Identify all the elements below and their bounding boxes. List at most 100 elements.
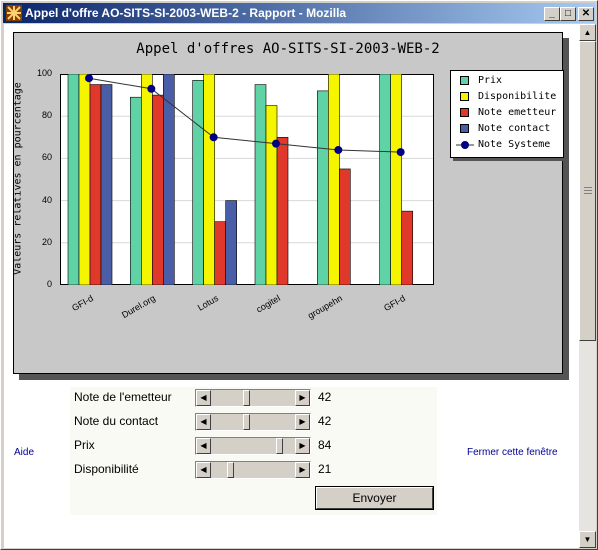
bar-disponibilite — [203, 74, 215, 285]
slider-thumb[interactable] — [243, 414, 251, 430]
control-label: Disponibilité — [74, 462, 139, 476]
bar-note-emetteur — [214, 221, 226, 285]
control-row-emetteur: Note de l'emetteur ◀ ▶ 42 — [70, 387, 437, 409]
control-value: 21 — [318, 462, 332, 476]
legend-swatch-note-contact — [460, 124, 469, 133]
y-tick-label: 0 — [46, 279, 52, 289]
legend-label-note-emetteur: Note emetteur — [478, 107, 557, 118]
bar-note-contact — [100, 84, 113, 285]
mozilla-app-icon[interactable] — [6, 5, 22, 21]
bar-note-emetteur — [276, 136, 289, 285]
minimize-button[interactable]: _ — [544, 7, 560, 21]
y-tick-label: 80 — [41, 110, 52, 121]
slider-thumb[interactable] — [243, 390, 251, 406]
submit-button[interactable]: Envoyer — [315, 486, 434, 510]
bar-note-contact — [225, 200, 237, 285]
y-axis-label: Valeurs relatives en pourcentage — [12, 82, 24, 275]
control-row-disponibilite: Disponibilité ◀ ▶ 21 — [70, 459, 437, 481]
x-tick-label: GFI-d — [70, 293, 95, 314]
maximize-icon: □ — [564, 8, 572, 19]
close-button[interactable]: ✕ — [578, 7, 594, 21]
bar-disponibilite — [328, 74, 340, 285]
legend-swatch-disponibilite — [460, 92, 469, 101]
minimize-icon: _ — [549, 8, 555, 19]
control-label: Note de l'emetteur — [74, 390, 172, 404]
bar-disponibilite — [390, 74, 402, 285]
y-tick-label: 40 — [41, 194, 52, 205]
bar-disponibilite — [265, 105, 278, 285]
scroll-down-arrow-icon[interactable]: ▼ — [579, 531, 596, 548]
legend-swatch-prix — [460, 76, 469, 85]
slider-right-arrow-icon[interactable]: ▶ — [295, 462, 310, 478]
control-value: 42 — [318, 390, 332, 404]
data-point-note-systeme — [85, 74, 93, 83]
slider-prix[interactable]: ◀ ▶ — [195, 437, 311, 455]
slider-right-arrow-icon[interactable]: ▶ — [295, 414, 310, 430]
plot-area — [60, 74, 434, 285]
scroll-up-arrow-icon[interactable]: ▲ — [579, 24, 596, 41]
legend-marker-note-systeme — [456, 141, 474, 149]
slider-contact[interactable]: ◀ ▶ — [195, 413, 311, 431]
window-title: Appel d'offre AO-SITS-SI-2003-WEB-2 - Ra… — [25, 6, 347, 20]
scrollbar-thumb[interactable] — [579, 41, 596, 341]
weights-form: Note de l'emetteur ◀ ▶ 42 Note du contac… — [70, 387, 437, 515]
x-tick-label: Lotus — [195, 293, 220, 313]
data-point-note-systeme — [396, 148, 405, 157]
data-point-note-systeme — [209, 133, 218, 142]
slider-thumb[interactable] — [275, 438, 283, 454]
legend-label-note-systeme: Note Systeme — [478, 139, 551, 150]
bar-note-emetteur — [401, 210, 413, 285]
legend-label-disponibilite: Disponibilite — [478, 91, 557, 102]
maximize-button[interactable]: □ — [560, 7, 576, 21]
bar-prix — [67, 74, 80, 285]
legend-label-note-contact: Note contact — [478, 123, 551, 134]
slider-left-arrow-icon[interactable]: ◀ — [196, 414, 211, 430]
slider-left-arrow-icon[interactable]: ◀ — [196, 390, 211, 406]
bar-prix — [317, 90, 329, 285]
slider-emetteur[interactable]: ◀ ▶ — [195, 389, 311, 407]
chart-svg — [60, 74, 434, 285]
bar-prix — [130, 96, 142, 285]
slider-right-arrow-icon[interactable]: ▶ — [295, 390, 310, 406]
chart-title: Appel d'offres AO-SITS-SI-2003-WEB-2 — [136, 41, 440, 57]
bar-note-emetteur — [152, 94, 164, 285]
bar-prix — [379, 74, 391, 285]
control-row-prix: Prix ◀ ▶ 84 — [70, 435, 437, 457]
bar-note-emetteur — [89, 84, 102, 285]
slider-left-arrow-icon[interactable]: ◀ — [196, 462, 211, 478]
control-row-contact: Note du contact ◀ ▶ 42 — [70, 411, 437, 433]
title-bar: Appel d'offre AO-SITS-SI-2003-WEB-2 - Ra… — [3, 3, 595, 23]
chart-legend: Prix Disponibilite Note emetteur Note co… — [450, 70, 564, 158]
control-value: 42 — [318, 414, 332, 428]
bar-prix — [192, 80, 204, 285]
control-value: 84 — [318, 438, 332, 452]
help-link[interactable]: Aide — [14, 447, 34, 458]
plot-border — [60, 74, 434, 285]
y-tick-label: 20 — [41, 236, 52, 247]
data-point-note-systeme — [272, 139, 280, 148]
page-content: Appel d'offres AO-SITS-SI-2003-WEB-2 Val… — [4, 24, 579, 548]
browser-window: Appel d'offre AO-SITS-SI-2003-WEB-2 - Ra… — [0, 0, 598, 550]
slider-right-arrow-icon[interactable]: ▶ — [295, 438, 310, 454]
bar-disponibilite — [141, 74, 153, 285]
slider-left-arrow-icon[interactable]: ◀ — [196, 438, 211, 454]
vertical-scrollbar[interactable]: ▲ ▼ — [579, 24, 596, 548]
data-point-note-systeme — [147, 84, 156, 93]
data-point-note-systeme — [334, 145, 343, 154]
x-tick-label: Durel.org — [120, 293, 158, 321]
bar-disponibilite — [78, 74, 91, 285]
control-label: Note du contact — [74, 414, 159, 428]
close-window-link[interactable]: Fermer cette fenêtre — [467, 447, 558, 458]
y-tick-label: 100 — [36, 68, 52, 78]
control-label: Prix — [74, 438, 95, 452]
y-tick-label: 60 — [41, 152, 52, 163]
x-tick-label: cogitel — [254, 293, 282, 315]
x-tick-label: GFI-d — [381, 293, 407, 314]
chart-panel: Appel d'offres AO-SITS-SI-2003-WEB-2 Val… — [12, 32, 564, 374]
bar-note-emetteur — [339, 168, 351, 285]
legend-label-prix: Prix — [478, 75, 503, 86]
x-tick-label: groupehn — [306, 293, 345, 321]
slider-disponibilite[interactable]: ◀ ▶ — [195, 461, 311, 479]
slider-thumb[interactable] — [227, 462, 235, 478]
bar-prix — [254, 84, 267, 285]
